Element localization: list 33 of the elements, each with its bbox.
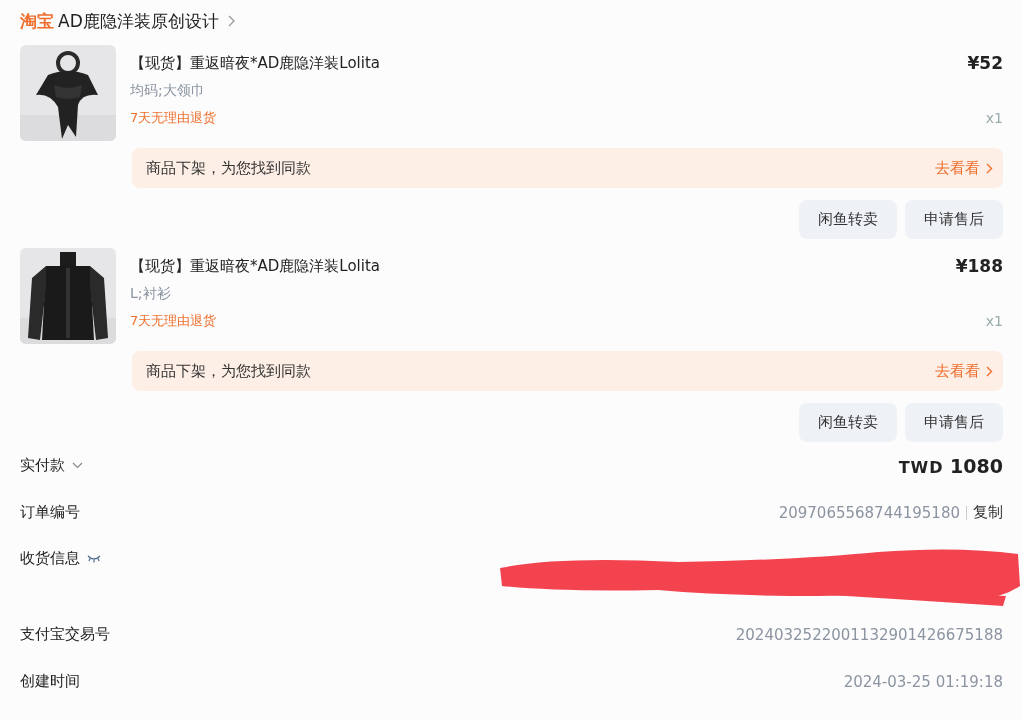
platform-logo-text: 淘宝	[20, 9, 54, 33]
order-number: 2097065568744195180	[778, 503, 960, 522]
action-button[interactable]: 申请售后	[905, 200, 1003, 239]
detail-label: 实付款	[20, 456, 65, 475]
detail-label: 创建时间	[20, 672, 80, 691]
notice-text: 商品下架，为您找到同款	[146, 361, 311, 381]
product-title[interactable]: 【现货】重返暗夜*AD鹿隐洋装Lolita	[130, 256, 380, 276]
price: ¥188	[955, 256, 1003, 276]
quantity-text: x1	[985, 313, 1003, 329]
chevron-right-icon	[986, 365, 993, 377]
quantity-text: x1	[985, 110, 1003, 126]
detail-value: 2024-03-25 01:19:18	[843, 672, 1003, 691]
total-amount: TWD 1080	[898, 454, 1003, 477]
chevron-right-icon[interactable]	[226, 15, 235, 27]
detail-value: 2024032522001132901426675188	[735, 625, 1003, 644]
return-policy-text: 7天无理由退货	[130, 312, 217, 330]
price: ¥52	[967, 53, 1003, 73]
action-button[interactable]: 闲鱼转卖	[799, 403, 897, 442]
return-policy-text: 7天无理由退货	[130, 109, 217, 127]
action-button[interactable]: 申请售后	[905, 403, 1003, 442]
chevron-down-icon[interactable]	[72, 462, 83, 469]
detail-label: 订单编号	[20, 503, 80, 522]
shop-name-link[interactable]: AD鹿隐洋装原创设计	[58, 9, 219, 33]
variant-text: L;衬衫	[130, 285, 172, 303]
copy-link[interactable]: 复制	[973, 503, 1003, 522]
detail-label: 支付宝交易号	[20, 625, 110, 644]
closed-eye-icon[interactable]	[87, 554, 101, 563]
product-title[interactable]: 【现货】重返暗夜*AD鹿隐洋装Lolita	[130, 53, 380, 73]
variant-text: 均码;大领巾	[130, 82, 206, 100]
notice-text: 商品下架，为您找到同款	[146, 158, 311, 178]
chevron-right-icon	[986, 162, 993, 174]
action-button[interactable]: 闲鱼转卖	[799, 200, 897, 239]
detail-label: 收货信息	[20, 549, 80, 568]
